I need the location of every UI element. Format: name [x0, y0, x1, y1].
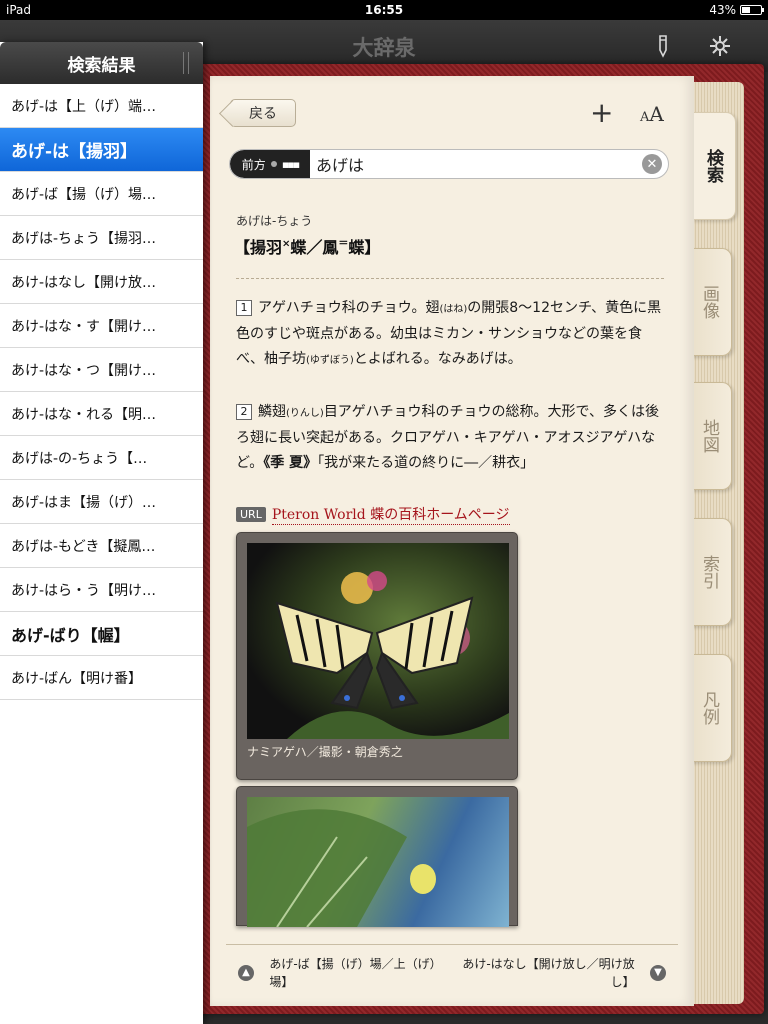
- title-part: 蝶】: [348, 238, 381, 257]
- prev-entry-link[interactable]: あげ‐ば【揚（げ）場／上（げ）場】: [269, 955, 449, 991]
- search-results-panel: 検索結果 あげ‐は【上（げ）端… あげ‐は【揚羽】 あげ‐ば【揚（げ）場… あげ…: [0, 42, 203, 1024]
- prev-entry-arrow-icon[interactable]: ▲: [238, 964, 254, 981]
- result-item[interactable]: あけ‐はな・れる【明…: [0, 392, 203, 436]
- result-item[interactable]: あげ‐ばり【幄】: [0, 612, 203, 656]
- clear-search-icon[interactable]: ✕: [642, 154, 662, 174]
- url-badge: URL: [236, 507, 266, 522]
- result-item-selected[interactable]: あげ‐は【揚羽】: [0, 128, 203, 172]
- search-bar: 前方 ▪▪▪ ✕: [229, 149, 669, 179]
- result-item[interactable]: あげ‐はま【揚（げ）…: [0, 480, 203, 524]
- ruby: (はね): [439, 304, 468, 315]
- result-item[interactable]: あげは‐の‐ちょう【…: [0, 436, 203, 480]
- definition-1: 1 アゲハチョウ科のチョウ。翅(はね)の開張8〜12センチ、黄色に黒色のすじや斑点…: [236, 296, 664, 373]
- result-item[interactable]: あげは‐もどき【擬鳳…: [0, 524, 203, 568]
- def-text: とよばれる。なみあげは。: [353, 351, 522, 367]
- search-mode-label: 前方: [241, 157, 266, 172]
- ruby: (ゆずぼう): [306, 355, 354, 366]
- entry-footer-nav: ▲ あげ‐ば【揚（げ）場／上（げ）場】 あけ‐はなし【開け放し／明け放し】 ▼: [226, 944, 678, 1000]
- title-part: 蝶／鳳: [290, 238, 339, 257]
- tab-legend[interactable]: 凡例: [688, 654, 732, 762]
- definition-number: 1: [236, 300, 252, 316]
- title-mark: ＝: [338, 238, 349, 250]
- url-row: URL Pteron World 蝶の百科ホームページ: [236, 504, 510, 525]
- tab-search[interactable]: 検索: [692, 112, 736, 220]
- battery-icon: [740, 5, 764, 15]
- font-large-label: A: [649, 102, 664, 126]
- search-results-header: 検索結果: [0, 42, 203, 84]
- result-list: あげ‐は【上（げ）端… あげ‐は【揚羽】 あげ‐ば【揚（げ）場… あげは‐ちょう…: [0, 84, 203, 700]
- back-button[interactable]: 戻る: [230, 99, 296, 127]
- ruby: (りんし): [286, 408, 324, 419]
- result-item[interactable]: あけ‐はなし【開け放…: [0, 260, 203, 304]
- egg-photo: [247, 797, 509, 927]
- font-size-button[interactable]: AA: [640, 102, 664, 126]
- def-text: アゲハチョウ科のチョウ。翅: [258, 300, 440, 316]
- search-input[interactable]: [310, 154, 642, 174]
- result-item[interactable]: あげは‐ちょう【揚羽…: [0, 216, 203, 260]
- def-text: 「我が来たる道の終りに―／耕衣」: [317, 455, 535, 471]
- image-card[interactable]: [236, 786, 518, 927]
- result-item[interactable]: あけ‐はな・つ【開け…: [0, 348, 203, 392]
- grid-icon: ▪▪▪: [281, 157, 300, 171]
- result-item[interactable]: あけ‐はな・す【開け…: [0, 304, 203, 348]
- status-bar: iPad 16:55 43%: [0, 0, 768, 20]
- search-results-title: 検索結果: [67, 55, 136, 76]
- font-small-label: A: [640, 110, 650, 125]
- clock: 16:55: [364, 3, 404, 17]
- butterfly-photo: [247, 543, 509, 739]
- season-badge: 《季 夏》: [263, 455, 318, 471]
- search-mode-toggle[interactable]: 前方 ▪▪▪: [230, 150, 310, 178]
- toggle-dot-icon: [270, 161, 277, 167]
- divider: [236, 278, 664, 279]
- back-label: 戻る: [249, 106, 277, 122]
- tab-index[interactable]: 索引: [688, 518, 732, 626]
- image-card[interactable]: ナミアゲハ／撮影・朝倉秀之: [236, 532, 518, 780]
- next-entry-arrow-icon[interactable]: ▼: [649, 964, 666, 981]
- result-item[interactable]: あけ‐はら・う【明け…: [0, 568, 203, 612]
- definition-2: 2 鱗翅(りんし)目アゲハチョウ科のチョウの総称。大形で、多くは後ろ翅に長い突起が…: [236, 400, 664, 476]
- definition-number: 2: [236, 404, 252, 420]
- next-entry-link[interactable]: あけ‐はなし【開け放し／明け放し】: [455, 955, 634, 991]
- grip-handle-icon[interactable]: [183, 52, 189, 74]
- def-text: 鱗翅: [258, 404, 286, 420]
- entry-reading: あげは‐ちょう: [236, 214, 313, 228]
- title-part: 【揚羽: [234, 238, 283, 257]
- result-item[interactable]: あげ‐は【上（げ）端…: [0, 84, 203, 128]
- gear-icon[interactable]: [708, 34, 732, 64]
- tab-map[interactable]: 地図: [688, 382, 732, 490]
- pen-icon[interactable]: [656, 34, 670, 64]
- image-caption: ナミアゲハ／撮影・朝倉秀之: [247, 745, 403, 759]
- external-link[interactable]: Pteron World 蝶の百科ホームページ: [271, 504, 510, 525]
- entry-title: 【揚羽×蝶／鳳＝蝶】: [234, 234, 380, 258]
- result-item[interactable]: あげ‐ば【揚（げ）場…: [0, 172, 203, 216]
- result-item[interactable]: あけ‐ばん【明け番】: [0, 656, 203, 700]
- tab-images[interactable]: 画像: [688, 248, 732, 356]
- add-bookmark-button[interactable]: +: [590, 96, 613, 129]
